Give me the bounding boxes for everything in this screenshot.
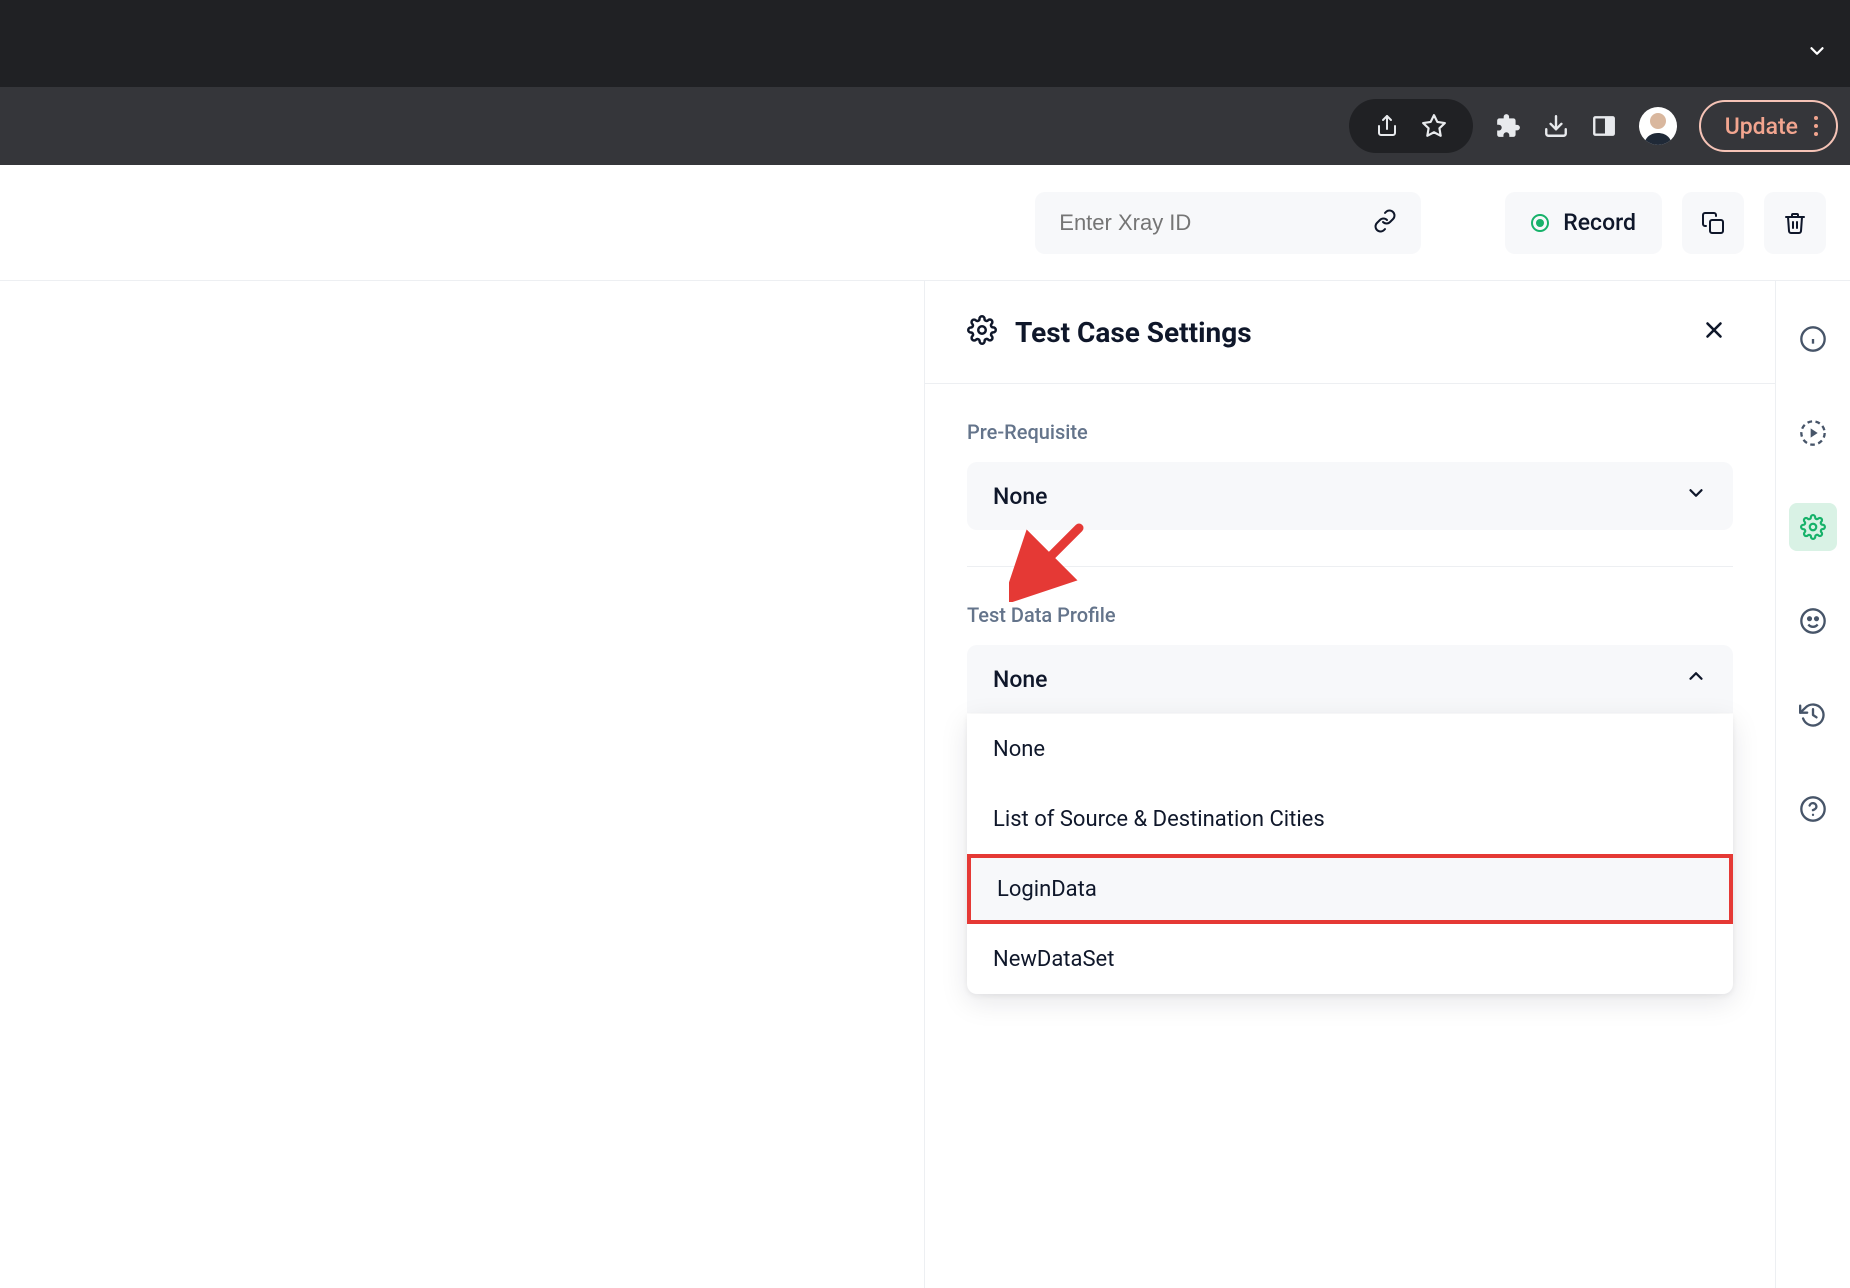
prerequisite-label: Pre-Requisite xyxy=(967,420,1733,444)
profile-avatar[interactable] xyxy=(1639,107,1677,145)
rail-target-icon[interactable] xyxy=(1789,409,1837,457)
test-data-profile-select[interactable]: None xyxy=(967,645,1733,713)
right-rail xyxy=(1776,281,1850,1288)
rail-history-icon[interactable] xyxy=(1789,691,1837,739)
rail-info-icon[interactable] xyxy=(1789,315,1837,363)
option-newdataset[interactable]: NewDataSet xyxy=(967,924,1733,994)
link-icon[interactable] xyxy=(1373,209,1397,237)
settings-panel: Test Case Settings Pre-Requisite None xyxy=(924,281,1776,1288)
download-icon[interactable] xyxy=(1543,113,1569,139)
app-body: Test Case Settings Pre-Requisite None xyxy=(0,281,1850,1288)
rail-user-icon[interactable] xyxy=(1789,597,1837,645)
more-icon xyxy=(1814,116,1818,136)
star-icon[interactable] xyxy=(1421,113,1447,139)
xray-id-input[interactable] xyxy=(1059,210,1373,236)
chevron-down-icon[interactable] xyxy=(1806,40,1828,68)
update-label: Update xyxy=(1725,113,1798,140)
record-indicator-icon xyxy=(1531,214,1549,232)
extensions-icon[interactable] xyxy=(1495,113,1521,139)
prerequisite-select[interactable]: None xyxy=(967,462,1733,530)
delete-button[interactable] xyxy=(1764,192,1826,254)
rail-settings-icon[interactable] xyxy=(1789,503,1837,551)
rail-help-icon[interactable] xyxy=(1789,785,1837,833)
browser-titlebar xyxy=(0,0,1850,87)
gear-icon xyxy=(967,315,997,349)
prerequisite-value: None xyxy=(993,483,1048,510)
update-button[interactable]: Update xyxy=(1699,100,1838,152)
test-data-profile-dropdown: None List of Source & Destination Cities… xyxy=(967,714,1733,994)
close-button[interactable] xyxy=(1695,311,1733,353)
browser-toolbar: Update xyxy=(0,87,1850,165)
xray-id-input-wrapper[interactable] xyxy=(1035,192,1421,254)
main-canvas xyxy=(0,281,924,1288)
record-button[interactable]: Record xyxy=(1505,192,1662,254)
app-header: Record xyxy=(0,165,1850,281)
record-label: Record xyxy=(1563,209,1636,236)
option-cities[interactable]: List of Source & Destination Cities xyxy=(967,784,1733,854)
panel-icon[interactable] xyxy=(1591,113,1617,139)
test-data-profile-value: None xyxy=(993,666,1048,693)
share-icon[interactable] xyxy=(1375,114,1399,138)
divider xyxy=(967,566,1733,567)
panel-title: Test Case Settings xyxy=(1015,316,1252,349)
test-data-profile-label: Test Data Profile xyxy=(967,603,1733,627)
option-logindata[interactable]: LoginData xyxy=(967,854,1733,924)
panel-body: Pre-Requisite None Test Data Profile xyxy=(925,384,1775,749)
panel-header: Test Case Settings xyxy=(925,281,1775,384)
share-bookmark-pill xyxy=(1349,99,1473,153)
copy-button[interactable] xyxy=(1682,192,1744,254)
chevron-up-icon xyxy=(1685,665,1707,693)
option-none[interactable]: None xyxy=(967,714,1733,784)
chevron-down-icon xyxy=(1685,482,1707,510)
